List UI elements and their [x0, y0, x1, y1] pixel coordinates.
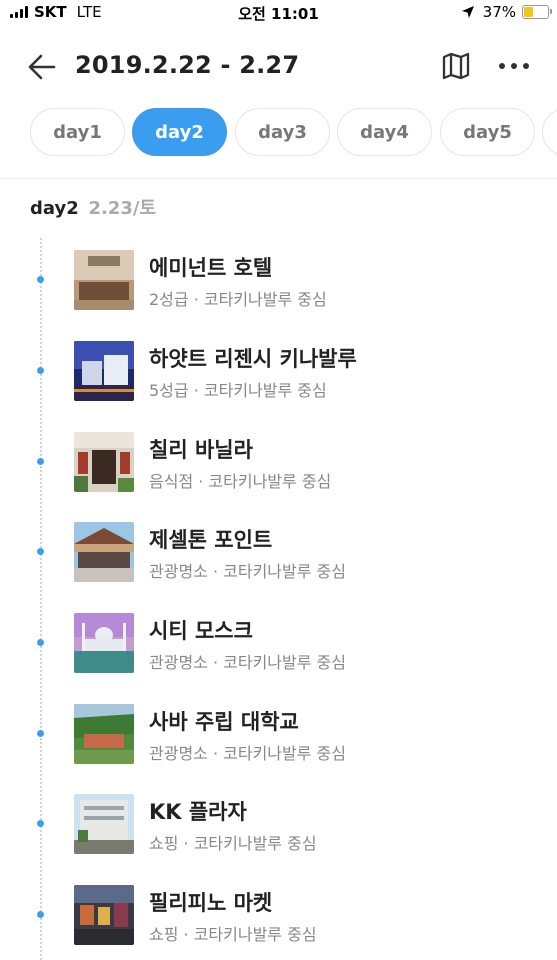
timeline-dot: [37, 458, 44, 465]
battery-percent: 37%: [482, 3, 516, 21]
place-thumbnail: [74, 885, 134, 945]
timeline-dot: [37, 639, 44, 646]
tab-day4[interactable]: day4: [337, 108, 432, 156]
place-meta: 관광명소 · 코타키나발루 중심: [149, 562, 346, 581]
place-meta: 관광명소 · 코타키나발루 중심: [149, 653, 346, 672]
map-icon: [442, 52, 470, 80]
place-thumbnail: [74, 341, 134, 401]
timeline-dot: [37, 820, 44, 827]
place-meta: 쇼핑 · 코타키나발루 중심: [149, 834, 317, 853]
place-name: 에미넌트 호텔: [149, 256, 273, 280]
place-item[interactable]: 에미넌트 호텔 2성급 · 코타키나발루 중심: [0, 250, 557, 312]
tab-day5[interactable]: day5: [440, 108, 535, 156]
place-thumbnail: [74, 522, 134, 582]
day-tabs: day1 day2 day3 day4 day5: [30, 108, 557, 156]
place-item[interactable]: 사바 주립 대학교 관광명소 · 코타키나발루 중심: [0, 704, 557, 766]
location-arrow-icon: [461, 5, 475, 19]
timeline-dot: [37, 548, 44, 555]
place-item[interactable]: KK 플라자 쇼핑 · 코타키나발루 중심: [0, 794, 557, 856]
timeline-dot: [37, 367, 44, 374]
place-item[interactable]: 제셀톤 포인트 관광명소 · 코타키나발루 중심: [0, 522, 557, 584]
place-meta: 음식점 · 코타키나발루 중심: [149, 472, 332, 491]
place-meta: 5성급 · 코타키나발루 중심: [149, 381, 327, 400]
place-name: 하얏트 리젠시 키나발루: [149, 347, 357, 371]
back-arrow-icon: [28, 54, 56, 80]
place-thumbnail: [74, 432, 134, 492]
day-heading-date: 2.23/토: [88, 198, 157, 219]
place-thumbnail: [74, 794, 134, 854]
status-right: 37%: [461, 3, 552, 21]
divider: [0, 178, 557, 179]
map-button[interactable]: [440, 50, 472, 82]
battery-icon: [522, 5, 552, 19]
place-meta: 관광명소 · 코타키나발루 중심: [149, 744, 346, 763]
day-heading: day2 2.23/토: [30, 194, 156, 220]
place-thumbnail: [74, 613, 134, 673]
place-item[interactable]: 칠리 바닐라 음식점 · 코타키나발루 중심: [0, 432, 557, 494]
more-horizontal-icon: [499, 63, 529, 69]
tab-day2[interactable]: day2: [132, 108, 227, 156]
place-name: 제셀톤 포인트: [149, 528, 273, 552]
tab-day1[interactable]: day1: [30, 108, 125, 156]
place-item[interactable]: 하얏트 리젠시 키나발루 5성급 · 코타키나발루 중심: [0, 341, 557, 403]
day-heading-label: day2: [30, 198, 79, 219]
tab-day3[interactable]: day3: [235, 108, 330, 156]
place-thumbnail: [74, 250, 134, 310]
battery-fill: [524, 7, 533, 17]
place-name: 시티 모스크: [149, 619, 253, 643]
header: 2019.2.22 - 2.27: [0, 44, 557, 88]
place-item[interactable]: 필리피노 마켓 쇼핑 · 코타키나발루 중심: [0, 885, 557, 947]
page-title: 2019.2.22 - 2.27: [75, 51, 300, 79]
tab-day6-partial[interactable]: [542, 108, 557, 156]
status-bar: SKT LTE 오전 11:01 37%: [0, 0, 557, 26]
place-name: 칠리 바닐라: [149, 438, 253, 462]
place-name: 사바 주립 대학교: [149, 710, 299, 734]
place-item[interactable]: 시티 모스크 관광명소 · 코타키나발루 중심: [0, 613, 557, 675]
place-name: KK 플라자: [149, 800, 247, 824]
back-button[interactable]: [26, 50, 60, 84]
place-name: 필리피노 마켓: [149, 891, 273, 915]
timeline-dot: [37, 276, 44, 283]
timeline-dot: [37, 730, 44, 737]
place-meta: 2성급 · 코타키나발루 중심: [149, 290, 327, 309]
place-meta: 쇼핑 · 코타키나발루 중심: [149, 925, 317, 944]
place-thumbnail: [74, 704, 134, 764]
more-button[interactable]: [496, 50, 532, 82]
timeline-dot: [37, 911, 44, 918]
